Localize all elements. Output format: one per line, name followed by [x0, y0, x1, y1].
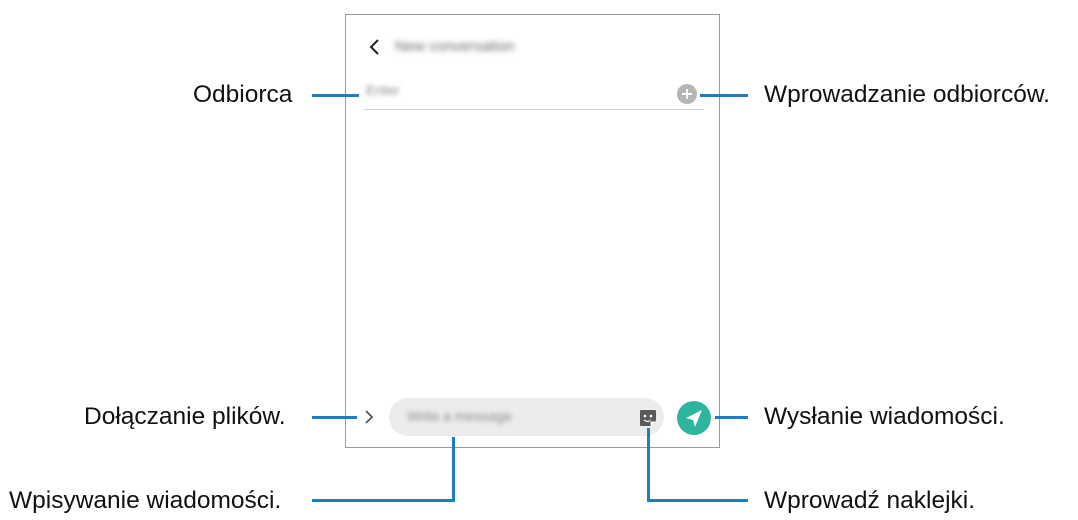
- phone-screen: [345, 14, 720, 448]
- message-input-placeholder: Write a message: [407, 408, 512, 424]
- send-button[interactable]: [676, 400, 712, 436]
- callout-type-horizontal: [312, 499, 455, 502]
- recipient-divider: [364, 109, 704, 110]
- callout-recipient-line: [312, 94, 359, 97]
- back-icon[interactable]: [367, 36, 383, 58]
- attach-chevron-icon[interactable]: [362, 406, 376, 428]
- label-send-message: Wysłanie wiadomości.: [764, 403, 1005, 430]
- label-recipient: Odbiorca: [193, 81, 293, 108]
- callout-sticker-horizontal: [647, 499, 748, 502]
- screen-title: New conversation: [395, 38, 515, 55]
- label-stickers: Wprowadź naklejki.: [764, 487, 976, 514]
- recipient-input[interactable]: Enter: [366, 82, 426, 98]
- label-attach-files: Dołączanie plików.: [84, 403, 286, 430]
- add-recipient-icon[interactable]: [676, 83, 698, 105]
- sticker-icon[interactable]: [638, 408, 658, 428]
- callout-type-vertical: [452, 437, 455, 502]
- callout-send-line: [715, 416, 748, 419]
- label-add-recipients: Wprowadzanie odbiorców.: [764, 81, 1050, 108]
- callout-attach-line: [312, 416, 357, 419]
- callout-add-line: [700, 94, 748, 97]
- label-type-message: Wpisywanie wiadomości.: [9, 487, 282, 514]
- callout-sticker-vertical: [647, 428, 650, 502]
